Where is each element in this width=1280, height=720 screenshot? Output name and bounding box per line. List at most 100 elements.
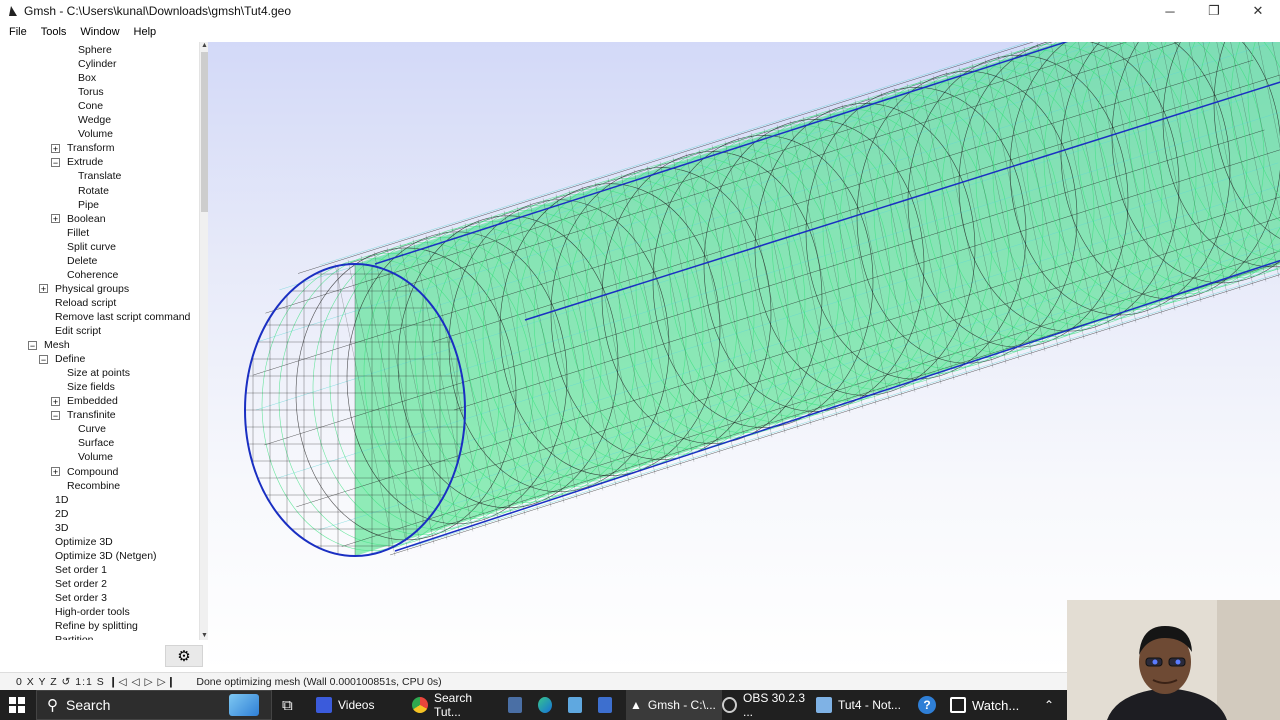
collapse-icon[interactable]: − bbox=[51, 157, 60, 167]
taskbar-app-watch[interactable]: Watch... bbox=[950, 690, 1046, 720]
expand-icon[interactable]: + bbox=[51, 396, 60, 406]
tree-item[interactable]: Size at points bbox=[67, 366, 130, 380]
tree-item[interactable]: Refine by splitting bbox=[55, 619, 138, 633]
taskbar-app-videos[interactable]: Videos bbox=[316, 690, 404, 720]
tree-item[interactable]: 2D bbox=[55, 507, 68, 521]
taskbar-app-label: Tut4 - Not... bbox=[838, 698, 901, 712]
tree-item[interactable]: Compound bbox=[67, 465, 118, 479]
tree-item[interactable]: Optimize 3D bbox=[55, 535, 113, 549]
photos-icon bbox=[568, 697, 582, 713]
taskbar-search-box[interactable]: ⚲ Search bbox=[36, 690, 272, 720]
title-bar: Gmsh - C:\Users\kunal\Downloads\gmsh\Tut… bbox=[0, 0, 1280, 22]
tree-item[interactable]: Define bbox=[55, 352, 85, 366]
collapse-icon[interactable]: − bbox=[28, 340, 37, 350]
close-button[interactable]: ✕ bbox=[1236, 0, 1280, 22]
view-controls[interactable]: 0 X Y Z ↺ 1:1 S ❙◁ ◁ ▷ ▷❙ bbox=[16, 676, 176, 688]
tree-item[interactable]: Fillet bbox=[67, 226, 89, 240]
tree-item[interactable]: Translate bbox=[78, 169, 121, 183]
gmsh-logo-icon: ▲ bbox=[630, 698, 642, 712]
taskbar-app-label: Search Tut... bbox=[433, 691, 473, 719]
minimize-button[interactable]: ─ bbox=[1148, 0, 1192, 22]
taskbar-app-gmsh[interactable]: ▲ Gmsh - C:\... bbox=[626, 690, 722, 720]
collapse-icon[interactable]: − bbox=[51, 410, 60, 420]
taskbar-pinned-1[interactable] bbox=[508, 690, 528, 720]
tree-item[interactable]: Box bbox=[78, 71, 96, 85]
task-view-icon: ⧉ bbox=[282, 696, 293, 714]
tree-item[interactable]: Volume bbox=[78, 127, 113, 141]
menu-help[interactable]: Help bbox=[134, 26, 157, 38]
start-button[interactable] bbox=[0, 690, 34, 720]
tree-item[interactable]: Coherence bbox=[67, 268, 118, 282]
taskbar-app-label: Videos bbox=[338, 698, 375, 712]
tree-item[interactable]: Rotate bbox=[78, 184, 109, 198]
app-icon bbox=[508, 697, 522, 713]
taskbar-app-label: OBS 30.2.3 ... bbox=[742, 691, 806, 719]
tray-overflow-button[interactable]: ⌃ bbox=[1044, 690, 1060, 720]
tree-item[interactable]: Transform bbox=[67, 141, 114, 155]
tree-item[interactable]: Boolean bbox=[67, 212, 106, 226]
graphics-viewport[interactable] bbox=[208, 42, 1280, 672]
tree-item[interactable]: Extrude bbox=[67, 155, 103, 169]
taskbar-help-app[interactable]: ? bbox=[918, 690, 940, 720]
options-gear-button[interactable]: ⚙ bbox=[165, 645, 203, 667]
tree-item[interactable]: Optimize 3D (Netgen) bbox=[55, 549, 157, 563]
store-icon bbox=[598, 697, 612, 713]
expand-icon[interactable]: + bbox=[51, 467, 60, 477]
expand-icon[interactable]: + bbox=[51, 143, 60, 153]
taskbar-pinned-3[interactable] bbox=[568, 690, 588, 720]
tree-item[interactable]: Mesh bbox=[44, 338, 70, 352]
tree-item[interactable]: Torus bbox=[78, 85, 104, 99]
webcam-overlay bbox=[1067, 600, 1280, 720]
tree-item[interactable]: Sphere bbox=[78, 43, 112, 57]
tree-item[interactable]: Wedge bbox=[78, 113, 111, 127]
cylinder-mesh bbox=[244, 42, 1280, 557]
tree-item[interactable]: High-order tools bbox=[55, 605, 130, 619]
expand-icon[interactable]: + bbox=[51, 214, 60, 224]
module-tree: Sphere Cylinder Box Torus Cone Wedge Volume + Tr… bbox=[0, 42, 199, 640]
taskbar-app-label: Watch... bbox=[972, 697, 1020, 713]
tree-item[interactable]: Curve bbox=[78, 422, 106, 436]
menu-file[interactable]: File bbox=[9, 26, 27, 38]
tree-item[interactable]: Partition bbox=[55, 633, 94, 640]
tree-item[interactable]: Embedded bbox=[67, 394, 118, 408]
taskbar-app-obs[interactable]: OBS 30.2.3 ... bbox=[722, 690, 812, 720]
tree-item[interactable]: Reload script bbox=[55, 296, 116, 310]
tree-item[interactable]: Delete bbox=[67, 254, 97, 268]
expand-icon[interactable]: + bbox=[39, 284, 48, 294]
collapse-icon[interactable]: − bbox=[39, 354, 48, 364]
scroll-thumb[interactable] bbox=[201, 52, 208, 212]
taskbar-app-chrome[interactable]: Search Tut... bbox=[412, 690, 502, 720]
gear-icon: ⚙ bbox=[177, 648, 191, 665]
tree-item[interactable]: Cylinder bbox=[78, 57, 117, 71]
menu-tools[interactable]: Tools bbox=[41, 26, 67, 38]
tree-item[interactable]: 3D bbox=[55, 521, 68, 535]
tree-item[interactable]: Pipe bbox=[78, 198, 99, 212]
tree-item[interactable]: Recombine bbox=[67, 479, 120, 493]
tree-item[interactable]: 1D bbox=[55, 493, 68, 507]
tree-item[interactable]: Set order 1 bbox=[55, 563, 107, 577]
tree-item[interactable]: Transfinite bbox=[67, 408, 116, 422]
scroll-down-arrow-icon[interactable]: ▼ bbox=[201, 632, 208, 640]
taskbar-pinned-4[interactable] bbox=[598, 690, 618, 720]
tree-item[interactable]: Split curve bbox=[67, 240, 116, 254]
tree-item[interactable]: Volume bbox=[78, 450, 113, 464]
tree-item[interactable]: Cone bbox=[78, 99, 103, 113]
notepad-icon bbox=[816, 697, 832, 713]
task-view-button[interactable]: ⧉ bbox=[282, 690, 304, 720]
tree-item[interactable]: Size fields bbox=[67, 380, 115, 394]
restore-button[interactable]: ❐ bbox=[1192, 0, 1236, 22]
windows-logo-icon bbox=[9, 697, 25, 713]
tree-item[interactable]: Remove last script command bbox=[55, 310, 190, 324]
tree-item[interactable]: Edit script bbox=[55, 324, 101, 338]
scroll-up-arrow-icon[interactable]: ▲ bbox=[201, 42, 208, 50]
taskbar-app-label: Gmsh - C:\... bbox=[647, 698, 716, 712]
tree-item[interactable]: Set order 2 bbox=[55, 577, 107, 591]
tree-item[interactable]: Physical groups bbox=[55, 282, 129, 296]
tree-item[interactable]: Set order 3 bbox=[55, 591, 107, 605]
taskbar-pinned-edge[interactable] bbox=[538, 690, 558, 720]
chrome-icon bbox=[412, 697, 428, 713]
taskbar-app-notepad[interactable]: Tut4 - Not... bbox=[816, 690, 908, 720]
tree-item[interactable]: Surface bbox=[78, 436, 114, 450]
search-icon: ⚲ bbox=[47, 697, 58, 714]
menu-window[interactable]: Window bbox=[80, 26, 119, 38]
